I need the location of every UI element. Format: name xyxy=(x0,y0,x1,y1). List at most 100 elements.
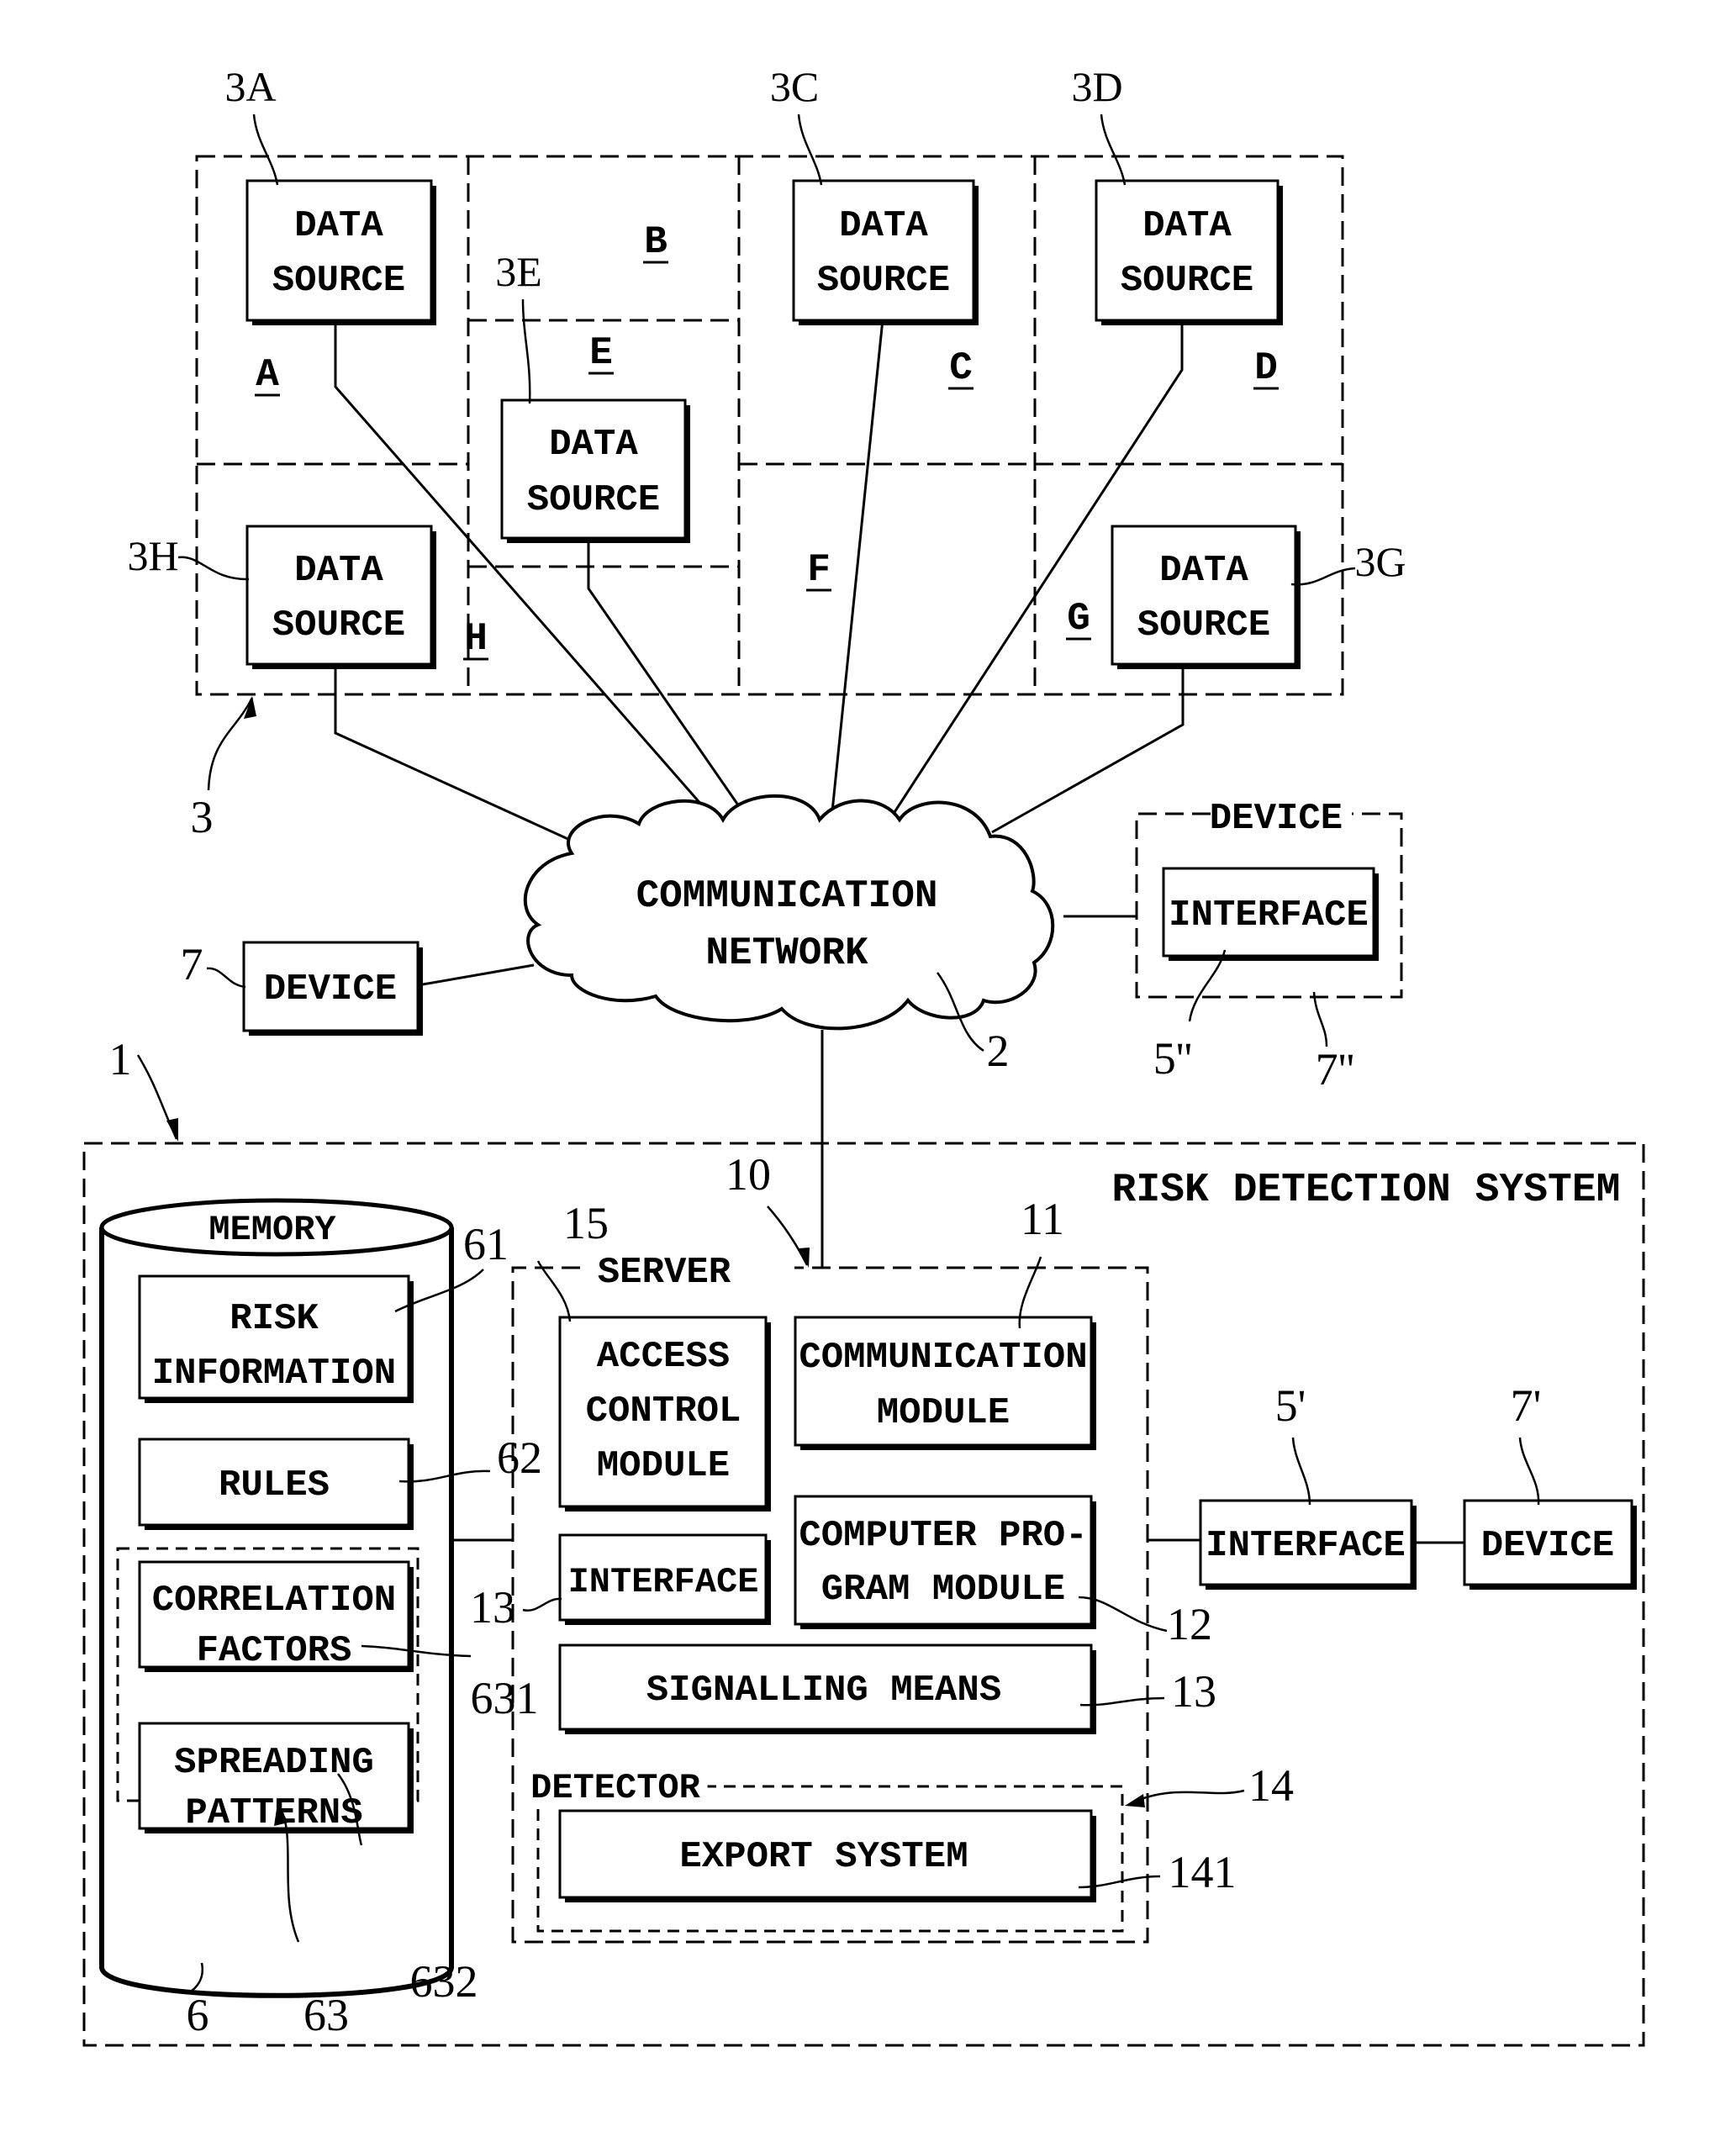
device-label: DEVICE xyxy=(264,968,397,1010)
communication-module-label: MODULE xyxy=(877,1392,1010,1434)
server-interface-label: INTERFACE xyxy=(568,1562,759,1602)
data-source-label: DATA xyxy=(1159,550,1248,592)
arrowhead xyxy=(1125,1794,1145,1807)
arrowhead xyxy=(799,1248,810,1268)
area-label-e: E xyxy=(589,331,613,375)
leader-line xyxy=(207,697,254,791)
spreading-patterns-label: SPREADING xyxy=(174,1742,374,1784)
ref-label: 12 xyxy=(1167,1599,1212,1649)
data-source-label: SOURCE xyxy=(1121,260,1253,302)
leader-line xyxy=(252,113,279,186)
access-control-label: ACCESS xyxy=(597,1336,730,1378)
server: SERVER 10 ACCESS CONTROL MODULE 15 COMMU… xyxy=(470,1149,1294,1944)
communication-module-label: COMMUNICATION xyxy=(799,1337,1087,1379)
network-label: COMMUNICATION xyxy=(636,874,938,918)
leader-line xyxy=(1290,567,1356,586)
device-7-prime-label: DEVICE xyxy=(1481,1525,1614,1567)
area-label-g: G xyxy=(1067,597,1090,641)
leader-line xyxy=(1518,1437,1540,1506)
ref-label: 3G xyxy=(1354,538,1406,585)
data-source-label: SOURCE xyxy=(817,260,950,302)
ref-label: 13 xyxy=(1171,1666,1216,1717)
ref-label: 11 xyxy=(1021,1194,1064,1244)
ref-label: 10 xyxy=(726,1149,771,1200)
data-source-label: DATA xyxy=(294,550,383,592)
correlation-factors-label: FACTORS xyxy=(197,1630,352,1672)
ref-label: 3 xyxy=(191,792,214,842)
leader-line xyxy=(767,1206,809,1266)
risk-information-label: INFORMATION xyxy=(152,1353,396,1395)
ref-label: 3E xyxy=(495,248,542,295)
ref-label: 5'' xyxy=(1153,1033,1192,1084)
data-source-label: SOURCE xyxy=(1137,604,1270,646)
patent-diagram: A B C D E F G H 3 DATA SOURCE 3A DATA SO… xyxy=(82,63,1645,2047)
arrowhead xyxy=(166,1118,178,1142)
network-connections xyxy=(334,318,1185,1268)
spreading-patterns-label: PATTERNS xyxy=(185,1792,362,1834)
network-label: NETWORK xyxy=(705,931,868,975)
data-source-3d: DATA SOURCE 3D xyxy=(1071,63,1283,325)
data-source-label: SOURCE xyxy=(272,260,405,302)
ref-label: 14 xyxy=(1248,1760,1294,1811)
area-label-c: C xyxy=(949,346,973,390)
connection-line xyxy=(334,664,573,842)
area-label-f: F xyxy=(807,548,831,592)
interface-label: INTERFACE xyxy=(1169,894,1369,936)
area-label-d: D xyxy=(1254,346,1278,390)
leader-line xyxy=(1312,991,1328,1047)
correlation-factors-label: CORRELATION xyxy=(152,1580,396,1622)
device-7: DEVICE 7 xyxy=(181,939,423,1036)
computer-program-module-label: GRAM MODULE xyxy=(821,1569,1065,1611)
ref-label: 7' xyxy=(1511,1380,1542,1431)
ref-label: 2 xyxy=(987,1026,1010,1076)
ref-label: 7 xyxy=(181,939,203,989)
device-7-double-prime: DEVICE INTERFACE 5'' 7'' xyxy=(1135,798,1403,1095)
connection-line xyxy=(991,664,1185,834)
area-label-h: H xyxy=(464,617,488,661)
interface-5-prime-label: INTERFACE xyxy=(1206,1525,1406,1567)
data-source-label: DATA xyxy=(1142,205,1232,247)
data-source-label: SOURCE xyxy=(527,479,660,521)
data-source-3c: DATA SOURCE 3C xyxy=(770,63,979,325)
access-control-label: MODULE xyxy=(597,1445,730,1487)
connection-line xyxy=(417,963,535,987)
system-title: RISK DETECTION SYSTEM xyxy=(1112,1168,1621,1213)
risk-detection-system: RISK DETECTION SYSTEM 1 MEMORY RISK INFO… xyxy=(82,1034,1645,2047)
ref-label: 15 xyxy=(563,1198,609,1248)
computer-program-module-label: COMPUTER PRO- xyxy=(799,1515,1087,1557)
ref-label: 3H xyxy=(127,532,178,579)
data-source-label: DATA xyxy=(549,424,638,466)
ref-label: 3A xyxy=(224,63,276,110)
access-control-label: CONTROL xyxy=(586,1390,741,1432)
leader-line xyxy=(522,1597,562,1612)
signalling-means-label: SIGNALLING MEANS xyxy=(646,1670,1001,1712)
data-source-label: DATA xyxy=(294,205,383,247)
ref-label: 5' xyxy=(1275,1380,1306,1431)
risk-information-label: RISK xyxy=(230,1298,319,1340)
device-label: DEVICE xyxy=(1210,798,1343,840)
ref-label: 61 xyxy=(463,1219,509,1269)
data-source-label: SOURCE xyxy=(272,604,405,646)
data-source-3e: DATA SOURCE 3E xyxy=(495,248,690,543)
ref-label: 3C xyxy=(770,63,819,110)
ref-label: 141 xyxy=(1169,1847,1237,1897)
communication-network: COMMUNICATION NETWORK 2 xyxy=(523,794,1055,1076)
ref-label: 632 xyxy=(410,1956,478,2007)
ref-label: 7'' xyxy=(1316,1044,1354,1095)
ref-label: 1 xyxy=(109,1034,132,1084)
data-source-3h: DATA SOURCE 3H xyxy=(127,525,436,669)
leader-line xyxy=(177,556,250,581)
ref-label: 3D xyxy=(1071,63,1122,110)
data-source-3g: DATA SOURCE 3G xyxy=(1111,525,1406,669)
area-label-a: A xyxy=(256,353,279,397)
data-source-label: DATA xyxy=(839,205,928,247)
ref-label: 6 xyxy=(187,1990,209,2040)
rules-label: RULES xyxy=(219,1464,330,1506)
memory-label: MEMORY xyxy=(208,1210,336,1250)
export-system-label: EXPORT SYSTEM xyxy=(679,1836,968,1878)
leader-line xyxy=(1100,113,1127,186)
ref-label: 62 xyxy=(497,1432,542,1483)
leader-line xyxy=(797,113,823,186)
ref-label: 631 xyxy=(471,1673,539,1723)
server-label: SERVER xyxy=(598,1252,731,1294)
